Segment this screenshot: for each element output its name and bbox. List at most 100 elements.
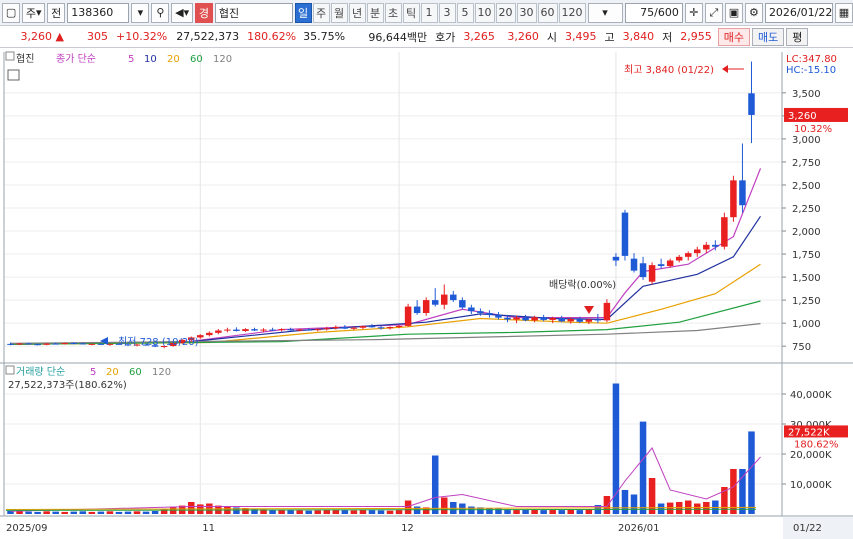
candle-body[interactable] xyxy=(712,244,719,247)
volume-bar[interactable] xyxy=(603,496,611,514)
period-tab-14[interactable]: 120 xyxy=(558,2,586,23)
period-tab-8[interactable]: 3 xyxy=(438,2,456,23)
date-field[interactable]: 2026/01/22 xyxy=(764,2,833,23)
gear-icon[interactable]: ⚙ xyxy=(744,2,763,23)
candle-body[interactable] xyxy=(730,180,737,218)
candle-body[interactable] xyxy=(16,343,23,345)
candle-body[interactable] xyxy=(287,329,294,331)
candle-body[interactable] xyxy=(25,343,32,345)
volume-bar[interactable] xyxy=(513,509,520,515)
volume-bar[interactable] xyxy=(305,510,312,514)
volume-bar[interactable] xyxy=(395,510,403,514)
candle-body[interactable] xyxy=(540,317,547,320)
volume-bar[interactable] xyxy=(694,503,701,515)
candle-body[interactable] xyxy=(260,329,267,331)
volume-bar[interactable] xyxy=(350,510,358,514)
volume-bar[interactable] xyxy=(187,502,195,514)
candle-body[interactable] xyxy=(422,300,430,314)
candle-body[interactable] xyxy=(612,256,620,261)
period-tab-0[interactable]: 일 xyxy=(294,2,312,23)
candle-body[interactable] xyxy=(386,327,394,329)
volume-bar[interactable] xyxy=(61,511,68,514)
volume-bar[interactable] xyxy=(106,511,114,514)
candle-body[interactable] xyxy=(413,306,421,314)
market-select[interactable]: 주 ▾ xyxy=(22,2,46,23)
candle-body[interactable] xyxy=(323,328,331,330)
candle-body[interactable] xyxy=(477,311,484,314)
search-icon[interactable]: ⚲ xyxy=(151,2,170,23)
candle-body[interactable] xyxy=(648,265,656,282)
period-tab-11[interactable]: 20 xyxy=(495,2,516,23)
volume-bar[interactable] xyxy=(314,510,321,514)
evaluate-button[interactable]: 평 xyxy=(786,27,809,46)
period-tab-5[interactable]: 초 xyxy=(384,2,402,23)
volume-bar[interactable] xyxy=(567,509,575,514)
volume-bar[interactable] xyxy=(251,508,258,514)
candle-body[interactable] xyxy=(70,342,78,344)
candle-body[interactable] xyxy=(694,249,701,254)
candle-body[interactable] xyxy=(459,300,466,308)
sound-icon[interactable]: ◀▾ xyxy=(171,2,193,23)
candle-body[interactable] xyxy=(233,329,240,331)
period-tab-9[interactable]: 5 xyxy=(456,2,474,23)
candle-body[interactable] xyxy=(377,327,385,329)
period-tab-6[interactable]: 틱 xyxy=(402,2,420,23)
candle-body[interactable] xyxy=(657,264,665,267)
candle-body[interactable] xyxy=(630,258,638,271)
candle-body[interactable] xyxy=(7,343,14,345)
volume-bar[interactable] xyxy=(386,510,394,514)
period-tab-4[interactable]: 분 xyxy=(366,2,384,23)
candle-body[interactable] xyxy=(504,317,511,320)
candle-body[interactable] xyxy=(675,256,683,261)
candle-body[interactable] xyxy=(567,319,575,322)
candle-body[interactable] xyxy=(576,319,584,322)
candle-body[interactable] xyxy=(34,344,41,346)
volume-bar[interactable] xyxy=(151,511,159,514)
candle-body[interactable] xyxy=(341,327,349,329)
calendar-icon[interactable]: ▦ xyxy=(834,2,853,23)
candle-body[interactable] xyxy=(368,326,376,328)
volume-bar[interactable] xyxy=(70,511,78,514)
candle-body[interactable] xyxy=(468,307,475,312)
period-tab-7[interactable]: 1 xyxy=(420,2,438,23)
volume-bar[interactable] xyxy=(558,510,565,514)
candle-body[interactable] xyxy=(251,329,258,331)
period-tab-1[interactable]: 주 xyxy=(312,2,330,23)
volume-bar[interactable] xyxy=(522,509,529,514)
volume-bar[interactable] xyxy=(648,478,656,514)
code-dropdown-icon[interactable]: ▾ xyxy=(131,2,150,23)
candle-body[interactable] xyxy=(404,306,412,326)
candle-body[interactable] xyxy=(61,342,68,344)
volume-bar[interactable] xyxy=(169,507,177,514)
volume-bar[interactable] xyxy=(377,510,385,514)
candle-body[interactable] xyxy=(639,263,647,278)
volume-bar[interactable] xyxy=(88,511,96,514)
volume-bar[interactable] xyxy=(124,511,132,514)
volume-bar[interactable] xyxy=(639,421,647,514)
chart-tool-icon[interactable]: ⤢ xyxy=(704,2,723,23)
candle-body[interactable] xyxy=(305,329,312,331)
candle-body[interactable] xyxy=(431,300,439,305)
candle-body[interactable] xyxy=(441,294,448,305)
candle-body[interactable] xyxy=(594,319,602,321)
buy-button[interactable]: 매수 xyxy=(717,27,750,46)
candle-body[interactable] xyxy=(88,343,96,345)
candle-body[interactable] xyxy=(721,217,728,247)
interval-dropdown[interactable]: ▾ xyxy=(587,2,623,23)
candle-body[interactable] xyxy=(395,325,403,328)
period-tab-10[interactable]: 10 xyxy=(474,2,495,23)
volume-bar[interactable] xyxy=(341,510,349,514)
candle-body[interactable] xyxy=(495,314,502,318)
volume-bar[interactable] xyxy=(43,511,50,514)
candle-body[interactable] xyxy=(513,317,520,320)
volume-bar[interactable] xyxy=(359,509,367,514)
volume-bar[interactable] xyxy=(79,511,87,514)
volume-bar[interactable] xyxy=(52,511,59,514)
sell-button[interactable]: 매도 xyxy=(752,27,785,46)
count-field[interactable]: 75/600 xyxy=(624,2,683,23)
volume-bar[interactable] xyxy=(441,497,448,515)
candle-body[interactable] xyxy=(332,327,340,329)
volume-bar[interactable] xyxy=(97,511,105,514)
candle-body[interactable] xyxy=(350,327,358,329)
volume-bar[interactable] xyxy=(287,510,294,514)
